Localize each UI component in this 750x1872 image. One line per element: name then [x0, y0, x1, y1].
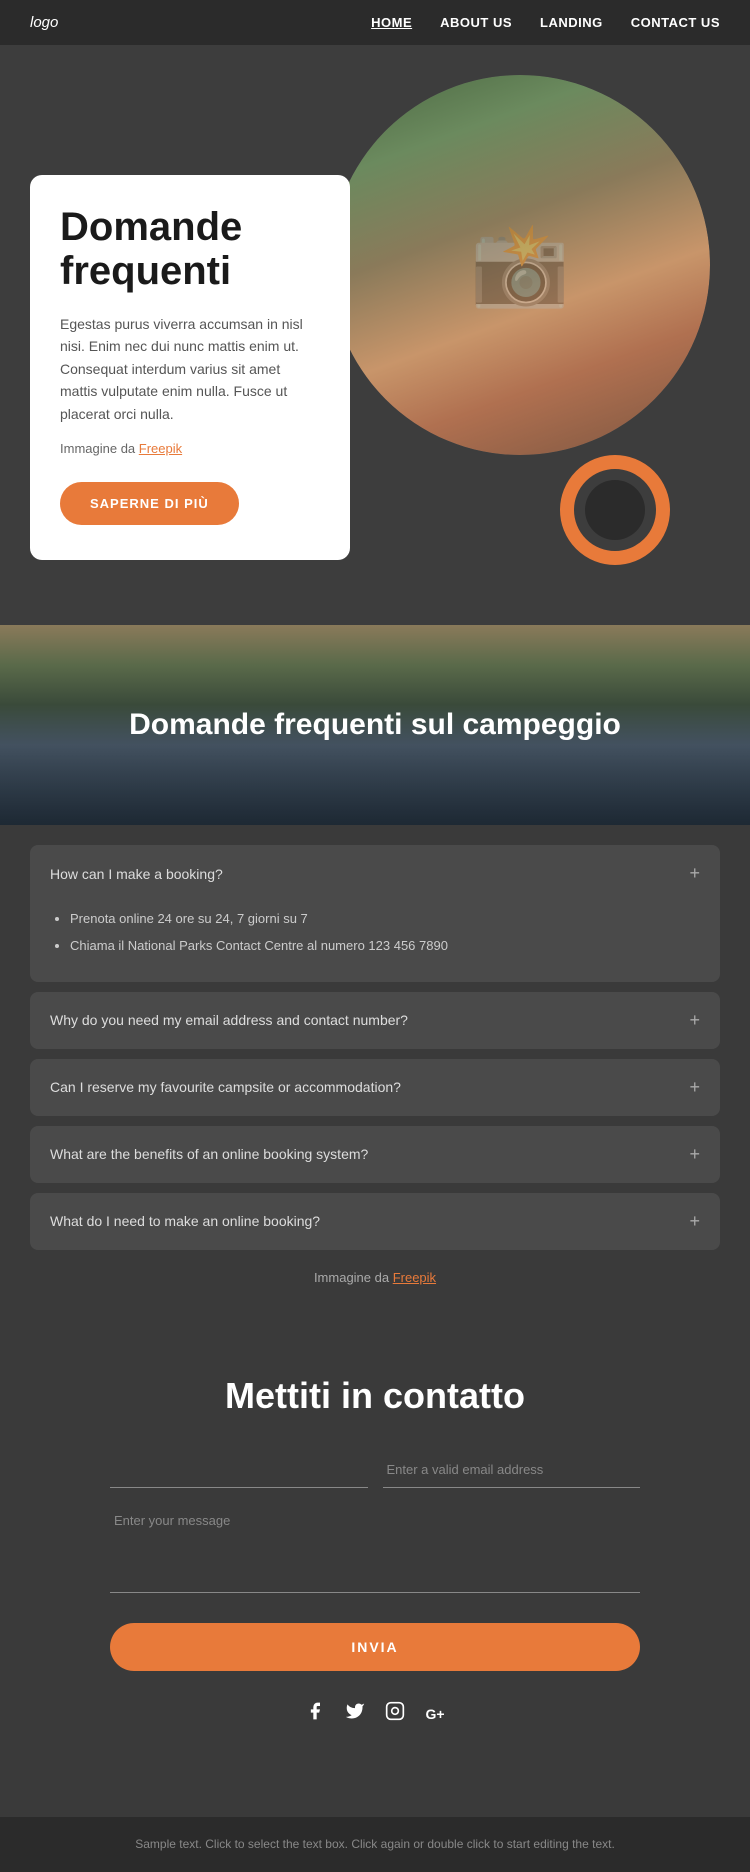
- contact-name-input[interactable]: [110, 1452, 368, 1488]
- faq-banner: Domande frequenti sul campeggio: [0, 625, 750, 825]
- faq-img-credit: Immagine da Freepik: [30, 1270, 720, 1295]
- faq-item-1: How can I make a booking? + Prenota onli…: [30, 845, 720, 982]
- faq-question-text-2: Why do you need my email address and con…: [50, 1012, 408, 1028]
- footer-text: Sample text. Click to select the text bo…: [30, 1835, 720, 1854]
- social-instagram[interactable]: [385, 1701, 405, 1727]
- faq-question-1[interactable]: How can I make a booking? +: [30, 845, 720, 902]
- social-googleplus[interactable]: G+: [425, 1701, 444, 1727]
- faq-item-2: Why do you need my email address and con…: [30, 992, 720, 1049]
- hero-img-credit: Immagine da Freepik: [60, 439, 320, 460]
- faq-expand-icon-2: +: [689, 1010, 700, 1031]
- nav-contact[interactable]: CONTACT US: [631, 15, 720, 30]
- contact-submit-button[interactable]: INVIA: [110, 1623, 640, 1671]
- faq-item-4: What are the benefits of an online booki…: [30, 1126, 720, 1183]
- social-facebook[interactable]: [305, 1701, 325, 1727]
- nav-about[interactable]: ABOUT US: [440, 15, 512, 30]
- hero-title: Domande frequenti: [60, 205, 320, 293]
- contact-title: Mettiti in contatto: [110, 1375, 640, 1417]
- nav-landing[interactable]: LANDING: [540, 15, 603, 30]
- logo: logo: [30, 14, 58, 31]
- faq-freepik-link[interactable]: Freepik: [393, 1270, 436, 1285]
- faq-expand-icon-3: +: [689, 1077, 700, 1098]
- hero-card: Domande frequenti Egestas purus viverra …: [30, 175, 350, 560]
- hero-section: Domande frequenti Egestas purus viverra …: [0, 45, 750, 625]
- faq-question-5[interactable]: What do I need to make an online booking…: [30, 1193, 720, 1250]
- faq-answer-bullet-1-2: Chiama il National Parks Contact Centre …: [70, 934, 700, 957]
- contact-name-email-row: [110, 1452, 640, 1488]
- faq-banner-title: Domande frequenti sul campeggio: [99, 708, 651, 742]
- faq-expand-icon-5: +: [689, 1211, 700, 1232]
- orange-ring-decoration: [560, 455, 670, 565]
- hero-image: [330, 75, 710, 455]
- nav-links: HOME ABOUT US LANDING CONTACT US: [371, 15, 720, 30]
- contact-section: Mettiti in contatto INVIA G+: [0, 1325, 750, 1817]
- faq-expand-icon-1: +: [689, 863, 700, 884]
- freepik-link[interactable]: Freepik: [139, 441, 182, 456]
- faq-answer-bullet-1-1: Prenota online 24 ore su 24, 7 giorni su…: [70, 907, 700, 930]
- hero-description: Egestas purus viverra accumsan in nisl n…: [60, 313, 320, 425]
- faq-question-2[interactable]: Why do you need my email address and con…: [30, 992, 720, 1049]
- faq-answer-1: Prenota online 24 ore su 24, 7 giorni su…: [30, 902, 720, 982]
- contact-message-textarea[interactable]: [110, 1503, 640, 1593]
- contact-email-input[interactable]: [383, 1452, 641, 1488]
- faq-item-5: What do I need to make an online booking…: [30, 1193, 720, 1250]
- faq-expand-icon-4: +: [689, 1144, 700, 1165]
- faq-question-text-3: Can I reserve my favourite campsite or a…: [50, 1079, 401, 1095]
- faq-question-text-4: What are the benefits of an online booki…: [50, 1146, 368, 1162]
- navbar: logo HOME ABOUT US LANDING CONTACT US: [0, 0, 750, 45]
- faq-question-text-5: What do I need to make an online booking…: [50, 1213, 320, 1229]
- social-twitter[interactable]: [345, 1701, 365, 1727]
- social-links: G+: [110, 1701, 640, 1727]
- faq-question-text-1: How can I make a booking?: [50, 866, 223, 882]
- nav-home[interactable]: HOME: [371, 15, 412, 30]
- faq-question-3[interactable]: Can I reserve my favourite campsite or a…: [30, 1059, 720, 1116]
- footer: Sample text. Click to select the text bo…: [0, 1817, 750, 1872]
- faq-item-3: Can I reserve my favourite campsite or a…: [30, 1059, 720, 1116]
- faq-section: How can I make a booking? + Prenota onli…: [0, 825, 750, 1325]
- learn-more-button[interactable]: SAPERNE DI PIÙ: [60, 482, 239, 525]
- faq-question-4[interactable]: What are the benefits of an online booki…: [30, 1126, 720, 1183]
